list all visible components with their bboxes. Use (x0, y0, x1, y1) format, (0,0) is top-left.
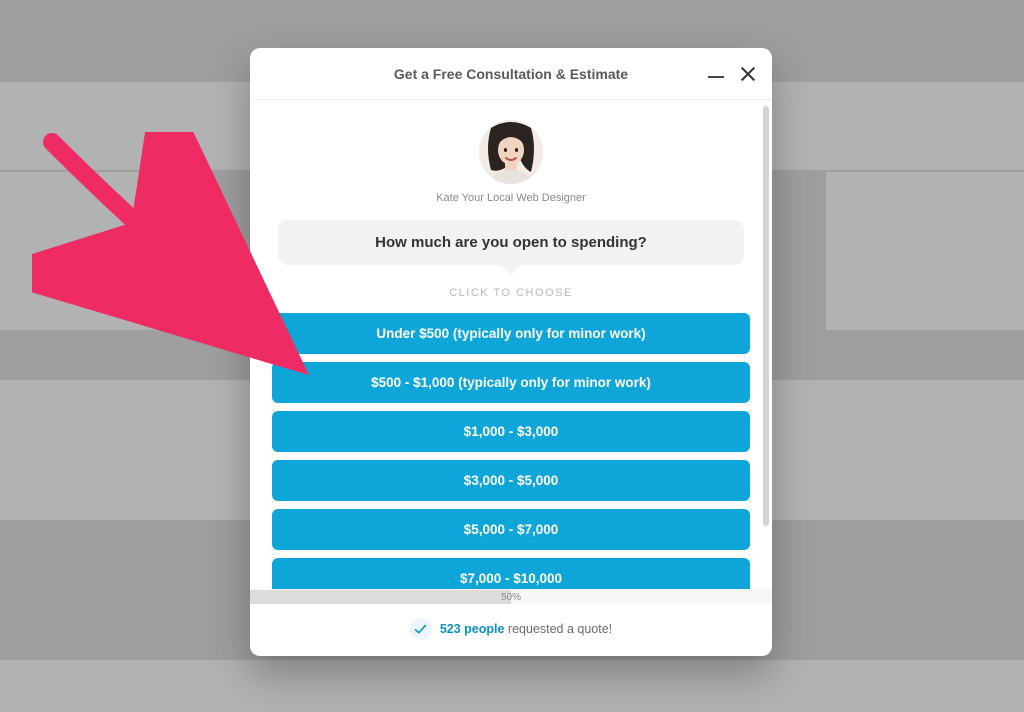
background-card-right (826, 172, 1024, 330)
modal-title: Get a Free Consultation & Estimate (394, 66, 628, 82)
modal-body: Kate Your Local Web Designer How much ar… (250, 100, 772, 589)
budget-option-5000-7000[interactable]: $5,000 - $7,000 (272, 509, 750, 550)
check-icon (410, 618, 432, 640)
social-proof-text: 523 people requested a quote! (440, 622, 612, 636)
close-icon (740, 66, 756, 82)
background-card-left (0, 172, 180, 330)
budget-option-500-1000[interactable]: $500 - $1,000 (typically only for minor … (272, 362, 750, 403)
budget-option-1000-3000[interactable]: $1,000 - $3,000 (272, 411, 750, 452)
budget-options: Under $500 (typically only for minor wor… (270, 313, 752, 589)
avatar-image (479, 120, 543, 184)
designer-name: Kate Your Local Web Designer (270, 192, 752, 204)
social-proof: 523 people requested a quote! (250, 604, 772, 656)
modal-header: Get a Free Consultation & Estimate (250, 48, 772, 100)
modal-footer: 50% 523 people requested a quote! (250, 589, 772, 656)
budget-option-under-500[interactable]: Under $500 (typically only for minor wor… (272, 313, 750, 354)
budget-option-3000-5000[interactable]: $3,000 - $5,000 (272, 460, 750, 501)
background-stripe (0, 660, 1024, 712)
budget-option-7000-10000[interactable]: $7,000 - $10,000 (272, 558, 750, 589)
modal-header-actions (704, 48, 760, 99)
question-bubble: How much are you open to spending? (278, 220, 744, 265)
close-button[interactable] (736, 62, 760, 86)
quote-count: 523 people (440, 622, 505, 636)
choose-prompt: CLICK TO CHOOSE (270, 287, 752, 299)
progress-bar: 50% (250, 590, 772, 604)
minimize-icon (708, 76, 724, 78)
minimize-button[interactable] (704, 62, 728, 86)
scrollbar[interactable] (763, 106, 769, 526)
quote-rest: requested a quote! (504, 622, 612, 636)
consultation-modal: Get a Free Consultation & Estimate (250, 48, 772, 656)
progress-label: 50% (250, 590, 772, 604)
designer-avatar (479, 120, 543, 184)
